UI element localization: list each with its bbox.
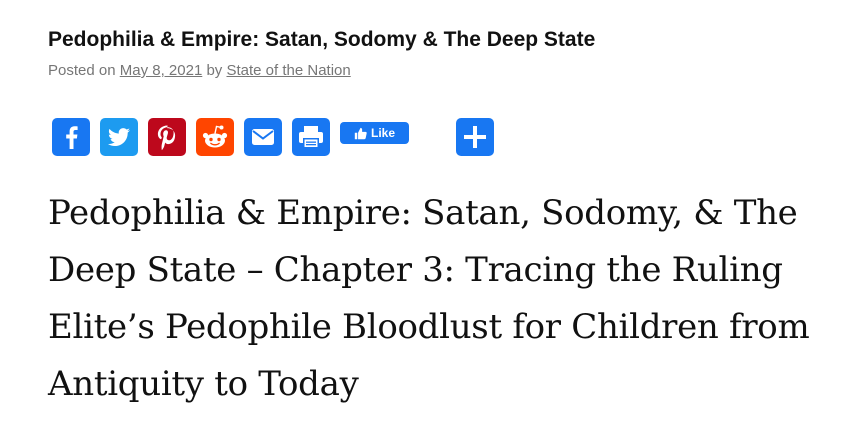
by-label: by	[206, 62, 223, 79]
headline-line: Deep State – Chapter 3: Tracing the Ruli…	[48, 250, 783, 290]
post-date-link[interactable]: May 8, 2021	[120, 62, 203, 79]
more-share-button[interactable]	[456, 118, 494, 156]
like-icon	[354, 127, 367, 139]
print-icon	[292, 118, 330, 156]
twitter-share-button[interactable]	[100, 118, 138, 156]
pinterest-share-button[interactable]	[148, 118, 186, 156]
pinterest-icon	[148, 118, 186, 156]
facebook-icon	[52, 118, 90, 156]
print-share-button[interactable]	[292, 118, 330, 156]
like-label: Like	[370, 126, 395, 140]
facebook-share-button[interactable]	[52, 118, 90, 156]
post-meta: Posted on May 8, 2021 by State of the Na…	[48, 62, 351, 79]
email-icon	[244, 118, 282, 156]
headline-line: Antiquity to Today	[48, 364, 359, 404]
post-title: Pedophilia & Empire: Satan, Sodomy & The…	[48, 28, 596, 51]
reddit-share-button[interactable]	[196, 118, 234, 156]
plus-icon	[456, 118, 494, 156]
article-headline: Pedophilia & Empire: Satan, Sodomy, & Th…	[48, 185, 838, 413]
email-share-button[interactable]	[244, 118, 282, 156]
headline-line: Elite’s Pedophile Bloodlust for Children…	[48, 307, 810, 347]
reddit-icon	[196, 118, 234, 156]
posted-on-label: Posted on	[48, 62, 116, 79]
headline-line: Pedophilia & Empire: Satan, Sodomy, & Th…	[48, 193, 798, 233]
author-link[interactable]: State of the Nation	[226, 62, 350, 79]
facebook-like-button[interactable]: Like	[340, 122, 409, 144]
twitter-icon	[100, 118, 138, 156]
